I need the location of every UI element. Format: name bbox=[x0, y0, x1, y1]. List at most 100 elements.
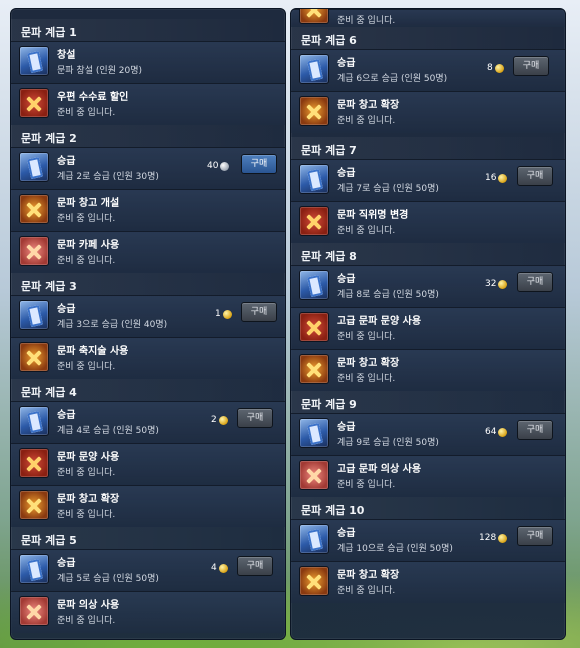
list-item: 승급 계급 7로 승급 (인원 50명) 16 구매 bbox=[291, 159, 565, 201]
cost-label: 2 bbox=[211, 415, 228, 425]
cost-value: 128 bbox=[479, 533, 497, 543]
coin-icon bbox=[498, 173, 508, 183]
locked-x-icon bbox=[299, 354, 329, 384]
list-item: 승급 계급 8로 승급 (인원 50명) 32 구매 bbox=[291, 265, 565, 307]
buy-button[interactable]: 구매 bbox=[517, 166, 553, 186]
coin-icon bbox=[222, 309, 232, 319]
item-desc: 준비 중 입니다. bbox=[337, 586, 396, 596]
section-title-rank-3: 문파 계급 3 bbox=[11, 273, 285, 295]
scroll-icon bbox=[299, 418, 329, 448]
item-desc: 계급 4로 승급 (인원 50명) bbox=[57, 426, 159, 436]
coin-icon bbox=[218, 415, 228, 425]
item-title: 승급 bbox=[337, 58, 356, 69]
item-title: 승급 bbox=[337, 528, 356, 539]
item-title: 문파 직위명 변경 bbox=[337, 210, 409, 221]
item-desc: 준비 중 입니다. bbox=[337, 116, 396, 126]
buy-button[interactable]: 구매 bbox=[513, 56, 549, 76]
buy-button[interactable]: 구매 bbox=[241, 154, 277, 174]
item-desc: 계급 6으로 승급 (인원 50명) bbox=[337, 74, 448, 84]
item-title: 문파 창고 개설 bbox=[57, 198, 120, 209]
cost-label: 64 bbox=[485, 427, 508, 437]
section-title-rank-10: 문파 계급 10 bbox=[291, 497, 565, 519]
item-title: 승급 bbox=[57, 156, 76, 167]
item-desc: 준비 중 입니다. bbox=[337, 480, 396, 490]
buy-button[interactable]: 구매 bbox=[237, 556, 273, 576]
section-title-rank-8: 문파 계급 8 bbox=[291, 243, 565, 265]
list-item: 문파 직위명 변경 준비 중 입니다. bbox=[291, 201, 565, 243]
locked-x-icon bbox=[19, 448, 49, 478]
item-desc: 계급 2로 승급 (인원 30명) bbox=[57, 172, 159, 182]
item-desc: 계급 9로 승급 (인원 50명) bbox=[337, 438, 439, 448]
cost-label: 4 bbox=[211, 563, 228, 573]
locked-x-icon bbox=[299, 460, 329, 490]
cost-label: 16 bbox=[485, 173, 508, 183]
cost-value: 4 bbox=[211, 563, 217, 573]
buy-button[interactable]: 구매 bbox=[517, 526, 553, 546]
section-title-rank-4: 문파 계급 4 bbox=[11, 379, 285, 401]
list-item: 고급 문파 의상 사용 준비 중 입니다. bbox=[291, 455, 565, 497]
scroll-icon bbox=[299, 524, 329, 554]
section-title-rank-6: 문파 계급 6 bbox=[291, 27, 565, 49]
coin-icon bbox=[498, 279, 508, 289]
scroll-icon bbox=[19, 554, 49, 584]
item-desc: 준비 중 입니다. bbox=[57, 256, 116, 266]
item-title: 승급 bbox=[57, 410, 76, 421]
list-item: 문파 창고 확장 준비 중 입니다. bbox=[291, 349, 565, 391]
list-item: 고급 문파 문양 사용 준비 중 입니다. bbox=[291, 307, 565, 349]
scroll-icon bbox=[19, 300, 49, 330]
scroll-icon bbox=[299, 164, 329, 194]
cost-value: 64 bbox=[485, 427, 497, 437]
scroll-icon bbox=[299, 54, 329, 84]
section-title-rank-9: 문파 계급 9 bbox=[291, 391, 565, 413]
item-title: 문파 창고 확장 bbox=[337, 570, 400, 581]
locked-x-icon bbox=[19, 342, 49, 372]
locked-x-icon bbox=[299, 9, 329, 24]
item-title: 승급 bbox=[57, 304, 76, 315]
left-rank-panel: 문파 계급 1 창설 문파 창설 (인원 20명) 우편 수수료 할인 준비 중… bbox=[10, 8, 286, 640]
list-item: 승급 계급 4로 승급 (인원 50명) 2 구매 bbox=[11, 401, 285, 443]
list-item: 문파 의상 사용 준비 중 입니다. bbox=[11, 591, 285, 633]
buy-button[interactable]: 구매 bbox=[237, 408, 273, 428]
item-title: 문파 창고 확장 bbox=[337, 100, 400, 111]
section-title-rank-7: 문파 계급 7 bbox=[291, 137, 565, 159]
list-item: 창설 문파 창설 (인원 20명) bbox=[11, 41, 285, 83]
coin-icon bbox=[498, 427, 508, 437]
buy-button[interactable]: 구매 bbox=[517, 272, 553, 292]
list-item: 문파 카페 사용 준비 중 입니다. bbox=[11, 231, 285, 273]
item-desc: 준비 중 입니다. bbox=[337, 332, 396, 342]
item-desc: 준비 중 입니다. bbox=[57, 510, 116, 520]
list-item: 승급 계급 10으로 승급 (인원 50명) 128 구매 bbox=[291, 519, 565, 561]
cost-label: 8 bbox=[487, 63, 504, 73]
coin-icon bbox=[494, 63, 504, 73]
locked-x-icon bbox=[299, 566, 329, 596]
item-title: 승급 bbox=[337, 168, 356, 179]
scroll-icon bbox=[299, 270, 329, 300]
list-item: 문파 창고 확장 준비 중 입니다. bbox=[291, 561, 565, 603]
locked-x-icon bbox=[19, 194, 49, 224]
item-title: 창설 bbox=[57, 50, 76, 61]
item-desc: 준비 중 입니다. bbox=[57, 362, 116, 372]
list-item: 승급 계급 2로 승급 (인원 30명) 40 구매 bbox=[11, 147, 285, 189]
item-desc: 계급 3으로 승급 (인원 40명) bbox=[57, 320, 168, 330]
locked-x-icon bbox=[299, 312, 329, 342]
section-title-rank-2: 문파 계급 2 bbox=[11, 125, 285, 147]
cost-value: 8 bbox=[487, 63, 493, 73]
right-rank-panel: 준비 중 입니다. 문파 계급 6 승급 계급 6으로 승급 (인원 50명) … bbox=[290, 8, 566, 640]
locked-x-icon bbox=[299, 96, 329, 126]
item-desc: 문파 창설 (인원 20명) bbox=[57, 66, 143, 76]
locked-x-icon bbox=[19, 88, 49, 118]
list-item: 준비 중 입니다. bbox=[291, 9, 565, 27]
item-desc: 준비 중 입니다. bbox=[337, 16, 396, 26]
locked-x-icon bbox=[19, 236, 49, 266]
scroll-icon bbox=[19, 46, 49, 76]
item-title: 문파 축지술 사용 bbox=[57, 346, 129, 357]
list-item: 우편 수수료 할인 준비 중 입니다. bbox=[11, 83, 285, 125]
list-item: 문파 문양 사용 준비 중 입니다. bbox=[11, 443, 285, 485]
locked-x-icon bbox=[19, 596, 49, 626]
buy-button[interactable]: 구매 bbox=[241, 302, 277, 322]
item-title: 승급 bbox=[337, 422, 356, 433]
list-item: 문파 창고 개설 준비 중 입니다. bbox=[11, 189, 285, 231]
item-title: 문파 의상 사용 bbox=[57, 600, 120, 611]
buy-button[interactable]: 구매 bbox=[517, 420, 553, 440]
list-item: 문파 축지술 사용 준비 중 입니다. bbox=[11, 337, 285, 379]
